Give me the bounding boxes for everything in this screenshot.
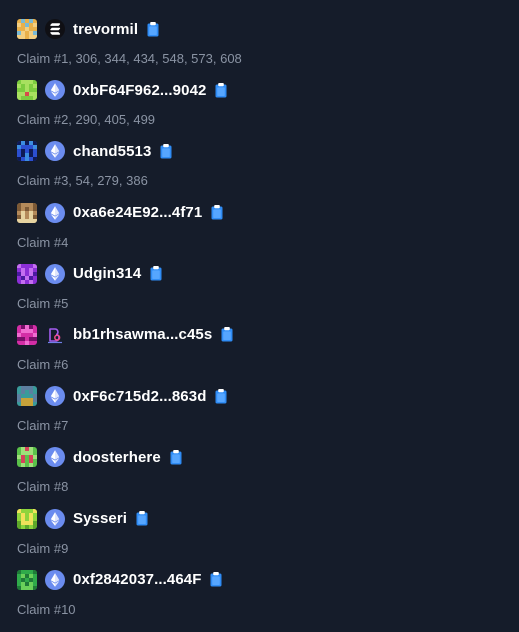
claim-entry: bb1rhsawma...c45s Claim #6 (17, 324, 507, 385)
bitbadges-icon (48, 328, 62, 344)
claim-numbers-text: Claim #7 (17, 418, 69, 434)
user-address-link[interactable]: trevormil (73, 21, 138, 38)
claim-entry: doosterhere Claim #8 (17, 446, 507, 507)
avatar-icon (17, 263, 37, 284)
copy-clipboard-icon[interactable] (170, 449, 182, 465)
ethereum-icon (45, 508, 65, 529)
avatar-icon (17, 386, 37, 407)
ethereum-icon (45, 141, 65, 162)
claim-numbers-text: Claim #4 (17, 234, 69, 250)
user-address-link[interactable]: Sysseri (73, 510, 127, 527)
user-address-link[interactable]: 0xf2842037...464F (73, 571, 201, 588)
user-row: chand5513 (17, 140, 507, 162)
claim-entry: 0xF6c715d2...863d Claim #7 (17, 385, 507, 446)
claim-numbers-text: Claim #10 (17, 601, 76, 617)
avatar-icon (17, 569, 37, 590)
user-address-link[interactable]: chand5513 (73, 143, 151, 160)
ethereum-icon (45, 386, 65, 407)
claim-entry: Sysseri Claim #9 (17, 508, 507, 569)
claim-numbers-text: Claim #2, 290, 405, 499 (17, 112, 156, 128)
user-address-link[interactable]: 0xa6e24E92...4f71 (73, 204, 202, 221)
claim-list: trevormil Claim #1, 306, 344, 434, 548, 5… (17, 18, 507, 630)
ethereum-icon (45, 263, 65, 284)
avatar-icon (17, 202, 37, 223)
user-row: trevormil (17, 18, 507, 40)
avatar-icon (17, 80, 37, 101)
user-address-link[interactable]: 0xbF64F962...9042 (73, 82, 206, 99)
user-row: Sysseri (17, 508, 507, 530)
user-row: 0xf2842037...464F (17, 569, 507, 591)
avatar-icon (17, 324, 37, 345)
user-address-link[interactable]: doosterhere (73, 449, 161, 466)
ethereum-icon (45, 202, 65, 223)
solana-icon (45, 19, 65, 39)
claim-entry: trevormil Claim #1, 306, 344, 434, 548, 5… (17, 18, 507, 79)
copy-clipboard-icon[interactable] (150, 266, 162, 281)
user-address-link[interactable]: bb1rhsawma...c45s (73, 326, 212, 343)
avatar-icon (17, 141, 37, 162)
avatar-icon (17, 19, 37, 39)
claim-numbers-text: Claim #9 (17, 540, 69, 556)
user-row: 0xF6c715d2...863d (17, 385, 507, 407)
claim-entry: 0xa6e24E92...4f71 Claim #4 (17, 202, 507, 263)
claim-numbers-text: Claim #6 (17, 356, 69, 372)
claim-entry: chand5513 Claim #3, 54, 279, 386 (17, 140, 507, 201)
claim-entry: 0xbF64F962...9042 Claim #2, 290, 405, 499 (17, 79, 507, 140)
claim-entry: 0xf2842037...464F Claim #10 (17, 569, 507, 630)
copy-clipboard-icon[interactable] (136, 511, 148, 526)
ethereum-icon (45, 569, 65, 590)
user-row: Udgin314 (17, 263, 507, 285)
user-row: doosterhere (17, 446, 507, 468)
user-row: 0xbF64F962...9042 (17, 79, 507, 101)
copy-clipboard-icon[interactable] (211, 205, 223, 220)
user-row: 0xa6e24E92...4f71 (17, 202, 507, 224)
user-address-link[interactable]: 0xF6c715d2...863d (73, 388, 206, 405)
avatar-icon (17, 447, 37, 468)
ethereum-icon (45, 447, 65, 468)
user-row: bb1rhsawma...c45s (17, 324, 507, 346)
copy-clipboard-icon[interactable] (215, 388, 227, 404)
claim-entry: Udgin314 Claim #5 (17, 263, 507, 324)
avatar-icon (17, 508, 37, 529)
copy-clipboard-icon[interactable] (160, 143, 172, 159)
claim-numbers-text: Claim #1, 306, 344, 434, 548, 573, 608 (17, 51, 242, 66)
claim-numbers-text: Claim #5 (17, 295, 69, 311)
copy-clipboard-icon[interactable] (147, 21, 159, 37)
user-address-link[interactable]: Udgin314 (73, 265, 141, 282)
claim-numbers-text: Claim #8 (17, 479, 69, 495)
copy-clipboard-icon[interactable] (210, 572, 222, 587)
ethereum-icon (45, 80, 65, 101)
copy-clipboard-icon[interactable] (215, 82, 227, 98)
claim-numbers-text: Claim #3, 54, 279, 386 (17, 173, 148, 189)
copy-clipboard-icon[interactable] (221, 327, 233, 342)
